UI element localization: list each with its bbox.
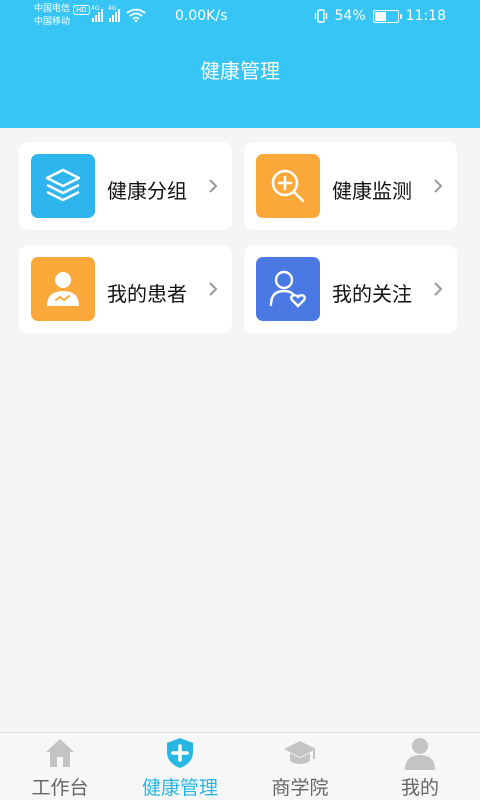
- battery-percent: 54%: [334, 8, 366, 24]
- network-type: 4G: [91, 5, 100, 12]
- menu-card-health-group[interactable]: 健康分组: [19, 142, 232, 230]
- bottom-tab-bar: 工作台 健康管理 商学院 我的: [0, 732, 480, 800]
- network-type: 4G: [108, 5, 117, 12]
- zoom-plus-icon: [256, 154, 320, 218]
- wifi-icon: [126, 8, 146, 22]
- signal-icon: 4G: [108, 5, 120, 22]
- menu-card-my-patients[interactable]: 我的患者: [19, 245, 232, 333]
- status-right: 54% 11:18: [314, 8, 446, 24]
- page-title: 健康管理: [200, 59, 280, 83]
- carrier-2: 中国移动: [34, 17, 71, 27]
- menu-card-label: 健康分组: [107, 179, 187, 203]
- menu-card-health-monitor[interactable]: 健康监测: [244, 142, 457, 230]
- graduation-cap-icon: [284, 741, 316, 764]
- user-heart-icon: [256, 257, 320, 321]
- clock: 11:18: [405, 8, 446, 24]
- menu-card-label: 我的患者: [107, 282, 187, 306]
- tab-workbench[interactable]: 工作台: [0, 733, 120, 800]
- hd-badge: HD: [73, 4, 90, 15]
- tab-label: 我的: [400, 777, 439, 799]
- net-speed: 0.00K/s: [175, 8, 228, 24]
- chevron-right-icon: [209, 282, 218, 296]
- tab-label: 健康管理: [141, 777, 218, 799]
- tab-label: 工作台: [31, 777, 89, 799]
- signal-icon: 4G: [91, 5, 103, 22]
- tab-health-management[interactable]: 健康管理: [120, 733, 240, 800]
- signal-indicators: 4G 4G: [91, 5, 146, 22]
- vibrate-icon: [314, 9, 327, 23]
- shield-plus-icon: [167, 738, 193, 768]
- carrier-info: 中国电信 HD 中国移动: [34, 3, 90, 29]
- battery-icon: [372, 9, 402, 23]
- menu-card-label: 健康监测: [332, 179, 412, 203]
- tab-label: 商学院: [271, 777, 329, 799]
- carrier-1: 中国电信: [34, 4, 71, 14]
- layers-icon: [31, 154, 95, 218]
- chevron-right-icon: [434, 282, 443, 296]
- tab-mine[interactable]: 我的: [360, 733, 480, 800]
- home-icon: [46, 739, 74, 767]
- menu-card-my-follows[interactable]: 我的关注: [244, 245, 457, 333]
- menu-card-label: 我的关注: [332, 282, 412, 306]
- tab-business-school[interactable]: 商学院: [240, 733, 360, 800]
- status-bar: 中国电信 HD 中国移动 4G 4G 0.00K/s 54% 11:18: [0, 0, 480, 34]
- app-header: 中国电信 HD 中国移动 4G 4G 0.00K/s 54% 11:18 健康管…: [0, 0, 480, 128]
- chevron-right-icon: [434, 179, 443, 193]
- chevron-right-icon: [209, 179, 218, 193]
- person-icon: [405, 738, 435, 770]
- patient-icon: [31, 257, 95, 321]
